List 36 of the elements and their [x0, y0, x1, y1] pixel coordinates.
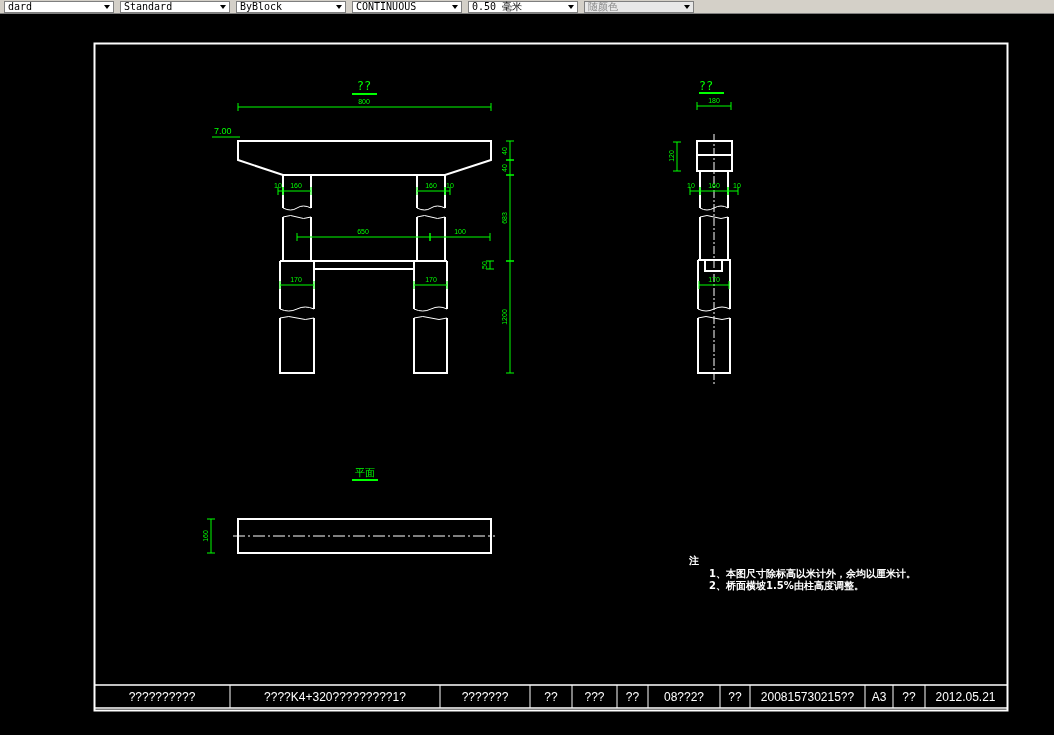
title-underline — [352, 479, 378, 481]
view-title: 平面 — [355, 467, 375, 478]
leader-line — [211, 136, 241, 138]
title-block-text: 2012.05.21 — [935, 690, 996, 704]
title-block-text: ?? — [728, 690, 742, 704]
note-text: 1、本图尺寸除标高以米计外，余均以厘米计。 — [709, 568, 916, 579]
dimension-line — [279, 280, 315, 290]
dimension-line — [485, 260, 495, 270]
title-underline — [352, 93, 377, 95]
title-block-text: ??? — [584, 690, 605, 704]
dropdown[interactable]: ByBlock — [236, 0, 346, 13]
dimension-line — [698, 280, 730, 290]
title-block-text: ?????????? — [128, 690, 196, 704]
title-block-text: A3 — [871, 690, 887, 704]
dimension-line — [505, 140, 515, 161]
view-title: ?? — [356, 79, 372, 93]
title-block-text: ?? — [902, 690, 916, 704]
dimension-line — [696, 101, 732, 111]
dimension-line — [206, 518, 216, 554]
title-block-text: 200815730215?? — [760, 690, 855, 704]
dropdown[interactable]: CONTINUOUS — [352, 0, 462, 13]
dimension-line — [413, 280, 448, 290]
elevation-text: 7.00 — [214, 126, 232, 136]
dropdown[interactable]: Standard — [120, 0, 230, 13]
title-block-text: ?? — [544, 690, 558, 704]
dimension-line — [672, 141, 682, 172]
dropdown[interactable]: 0.50 毫米 — [468, 0, 578, 13]
note-text: 2、桥面横坡1.5%由柱高度调整。 — [709, 580, 864, 591]
title-block-text: ?? — [625, 690, 640, 704]
title-block-text: ????K4+320?????????1? — [264, 690, 406, 704]
title-underline — [699, 92, 724, 94]
notes-heading: 注 — [689, 555, 699, 566]
dropdown[interactable]: dard — [4, 0, 114, 13]
title-block-text: ??????? — [461, 690, 509, 704]
title-block-text: 08??2? — [664, 690, 704, 704]
view-title: ?? — [698, 79, 714, 93]
